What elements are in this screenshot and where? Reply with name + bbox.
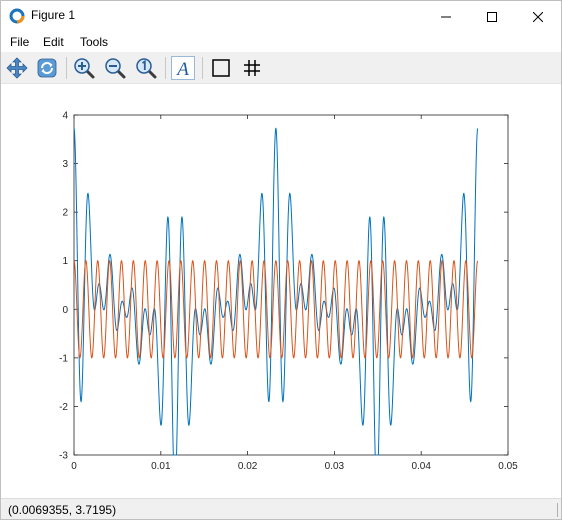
rotate-icon — [37, 58, 57, 78]
toolbar-separator — [66, 57, 67, 79]
y-tick-label: -2 — [59, 402, 68, 413]
x-tick-label: 0 — [71, 461, 77, 472]
zoom-in-icon — [74, 58, 95, 79]
status-bar: (0.0069355, 3.7195) — [1, 498, 561, 519]
toggle-grid-button[interactable] — [240, 56, 264, 80]
plot-svg: 0 0.01 0.02 0.03 0.04 0.05 -3 -2 -1 0 1 2 3 4 — [59, 111, 518, 473]
figure-canvas[interactable]: 0 0.01 0.02 0.03 0.04 0.05 -3 -2 -1 0 1 2 3 4 — [1, 84, 561, 498]
x-tick-label: 0.05 — [498, 461, 518, 472]
toolbar-separator — [202, 57, 203, 79]
title-bar: Figure 1 — [1, 1, 561, 32]
zoom-reset-button[interactable] — [134, 56, 158, 80]
y-tick-label: 0 — [62, 305, 68, 316]
close-icon — [533, 11, 543, 22]
x-tick-label: 0.04 — [411, 461, 431, 472]
y-tick-label: 3 — [62, 159, 68, 170]
x-tick-label: 0.03 — [325, 461, 345, 472]
maximize-icon — [487, 11, 497, 22]
y-tick-label: 2 — [62, 208, 68, 219]
minimize-button[interactable] — [423, 1, 469, 32]
zoom-reset-icon — [136, 58, 157, 79]
zoom-out-icon — [105, 58, 126, 79]
y-tick-label: 4 — [62, 111, 68, 122]
rotate-button[interactable] — [35, 56, 59, 80]
toolbar-separator — [165, 57, 166, 79]
toggle-grid-icon — [244, 60, 260, 76]
axes-box — [73, 114, 509, 456]
x-tick-label: 0.02 — [238, 461, 258, 472]
close-button[interactable] — [515, 1, 561, 32]
pan-button[interactable] — [5, 56, 29, 80]
figure-toolbar: A — [1, 52, 561, 84]
x-tick-label: 0.01 — [151, 461, 171, 472]
window-title: Figure 1 — [31, 8, 76, 22]
octave-app-icon — [9, 8, 25, 24]
insert-text-button[interactable]: A — [171, 56, 195, 80]
minimize-icon — [441, 16, 451, 17]
menu-edit[interactable]: Edit — [43, 35, 64, 49]
menu-bar: File Edit Tools — [1, 32, 561, 52]
y-tick-label: 1 — [62, 256, 68, 267]
pan-icon — [6, 57, 28, 79]
maximize-button[interactable] — [469, 1, 515, 32]
resize-grip[interactable] — [557, 503, 558, 517]
zoom-out-button[interactable] — [103, 56, 127, 80]
toggle-axes-icon — [212, 59, 230, 77]
toggle-axes-button[interactable] — [209, 56, 233, 80]
cursor-coordinates: (0.0069355, 3.7195) — [8, 503, 117, 517]
insert-text-icon: A — [171, 56, 195, 80]
y-tick-label: -1 — [59, 353, 68, 364]
menu-tools[interactable]: Tools — [80, 35, 108, 49]
y-tick-label: -3 — [59, 451, 68, 462]
menu-file[interactable]: File — [10, 35, 29, 49]
svg-text:A: A — [175, 59, 189, 80]
zoom-in-button[interactable] — [72, 56, 96, 80]
